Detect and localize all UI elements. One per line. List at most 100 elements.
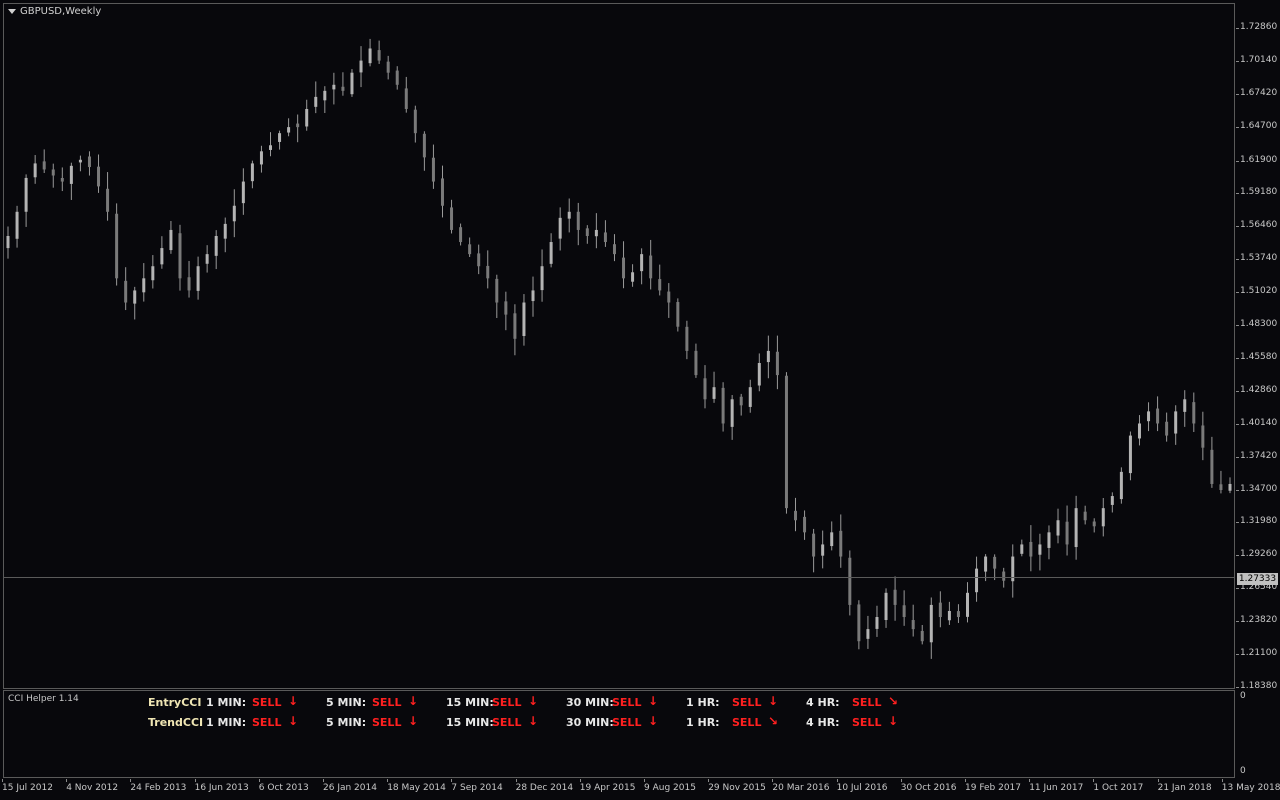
price-label: 1.51020 xyxy=(1240,286,1278,297)
candle-body xyxy=(703,378,707,400)
candle-body xyxy=(902,605,906,618)
sell-signal: SELL xyxy=(372,696,402,709)
candle-body xyxy=(169,229,173,251)
price-tick xyxy=(1236,28,1239,29)
candle xyxy=(1011,544,1015,598)
candle xyxy=(558,207,562,251)
timeframe-label: 15 MIN: xyxy=(446,696,494,709)
candle-body xyxy=(848,557,852,605)
candle-body xyxy=(721,387,725,424)
candle-body xyxy=(51,169,55,176)
candle-body xyxy=(911,620,915,630)
time-tick xyxy=(1029,779,1031,782)
indicator-window[interactable]: CCI Helper 1.14 EntryCCI 1 MIN: SELL ↓ 5 MIN… xyxy=(3,690,1235,778)
price-label: 1.53740 xyxy=(1240,253,1278,264)
price-label: 1.31980 xyxy=(1240,516,1278,527)
time-label: 19 Feb 2017 xyxy=(965,783,1022,793)
candle-body xyxy=(259,151,263,165)
candle-body xyxy=(440,178,444,206)
candle xyxy=(1137,415,1141,446)
candle xyxy=(178,224,182,291)
candle xyxy=(857,600,861,650)
time-axis[interactable]: 15 Jul 2012 4 Nov 2012 24 Feb 2013 16 Jun 2… xyxy=(0,779,1280,800)
candle xyxy=(1020,539,1024,557)
candle xyxy=(721,382,725,432)
candle-body xyxy=(585,228,589,236)
candle-body xyxy=(1110,496,1114,505)
candle-body xyxy=(1119,471,1123,500)
price-tick xyxy=(1236,60,1239,62)
timeframe-label: 30 MIN: xyxy=(566,696,614,709)
candle-body xyxy=(232,205,236,222)
time-label: 13 May 2018 xyxy=(1221,783,1280,793)
candle-body xyxy=(151,266,155,281)
candle xyxy=(1065,505,1069,556)
candle xyxy=(658,264,662,296)
sell-signal: SELL xyxy=(492,716,522,729)
candle xyxy=(413,105,417,143)
price-tick xyxy=(1236,357,1239,359)
price-axis[interactable]: 1.72860 1.70140 1.67420 1.64700 1.61900 1.591… xyxy=(1236,3,1280,691)
candle xyxy=(920,624,924,645)
candle-body xyxy=(938,602,942,618)
candle xyxy=(712,371,716,403)
candle xyxy=(450,199,454,234)
candle-body xyxy=(658,279,662,291)
candle-body xyxy=(812,533,816,557)
candle xyxy=(1110,492,1114,513)
candle-body xyxy=(893,589,897,605)
candle-body xyxy=(97,166,101,187)
main-chart-window[interactable]: GBPUSD,Weekly xyxy=(3,3,1235,689)
candle xyxy=(585,225,589,244)
time-label: 30 Oct 2016 xyxy=(900,783,957,793)
candle xyxy=(649,239,653,290)
candle-body xyxy=(549,242,553,264)
candle xyxy=(477,244,481,275)
arrow-down-icon: ↓ xyxy=(888,714,899,728)
candle xyxy=(622,241,626,289)
time-label: 15 Jul 2012 xyxy=(2,783,53,793)
time-tick xyxy=(1157,779,1159,782)
candle-body xyxy=(1201,425,1205,448)
time-tick xyxy=(258,779,260,782)
price-label: 1.72860 xyxy=(1240,22,1278,32)
sell-signal: SELL xyxy=(852,716,882,729)
arrow-down-icon: ↓ xyxy=(408,694,419,708)
candle xyxy=(531,276,535,317)
arrow-down-icon: ↓ xyxy=(768,694,779,708)
candle-body xyxy=(1228,483,1232,491)
price-label: 1.40140 xyxy=(1240,417,1278,428)
candle-body xyxy=(1156,408,1160,424)
price-tick xyxy=(1236,522,1239,524)
candle xyxy=(106,172,110,221)
candle-body xyxy=(1147,411,1151,422)
candle-body xyxy=(386,61,390,73)
candle xyxy=(1038,533,1042,571)
candle xyxy=(332,72,336,105)
price-tick xyxy=(1236,259,1239,261)
candle xyxy=(133,286,137,320)
candle xyxy=(1228,477,1232,494)
timeframe-label: 4 HR: xyxy=(806,696,840,709)
time-tick xyxy=(900,779,902,782)
time-tick xyxy=(644,779,645,782)
candle-body xyxy=(1101,508,1105,527)
candle xyxy=(676,298,680,332)
candlestick-chart[interactable] xyxy=(4,4,1234,688)
candle xyxy=(848,550,852,616)
candle xyxy=(486,250,490,289)
time-label: 21 Jan 2018 xyxy=(1157,783,1212,793)
candle-body xyxy=(214,235,218,256)
candle-body xyxy=(712,387,716,399)
candle-body xyxy=(784,375,788,509)
candle xyxy=(287,118,291,137)
price-label: 1.37420 xyxy=(1240,450,1278,461)
candle xyxy=(15,205,19,248)
candle-body xyxy=(314,96,318,107)
price-label: 1.45580 xyxy=(1240,351,1278,362)
candle-body xyxy=(1074,508,1078,548)
candle-body xyxy=(649,255,653,279)
candle-body xyxy=(866,629,870,639)
candle-body xyxy=(78,159,82,163)
candle xyxy=(278,130,282,150)
